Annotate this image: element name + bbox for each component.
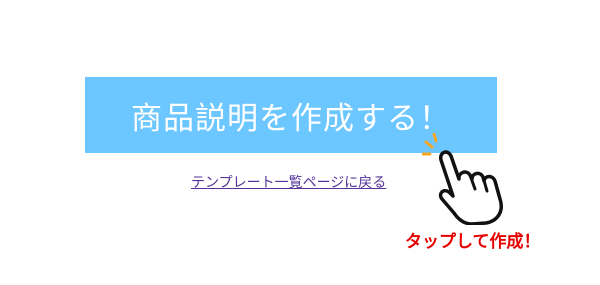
pointing-hand-icon [422,133,503,225]
back-to-template-list-link[interactable]: テンプレート一覧ページに戻る [191,172,386,192]
tap-to-create-caption: タップして作成！ [405,232,541,252]
tap-marks-icon [422,133,438,156]
